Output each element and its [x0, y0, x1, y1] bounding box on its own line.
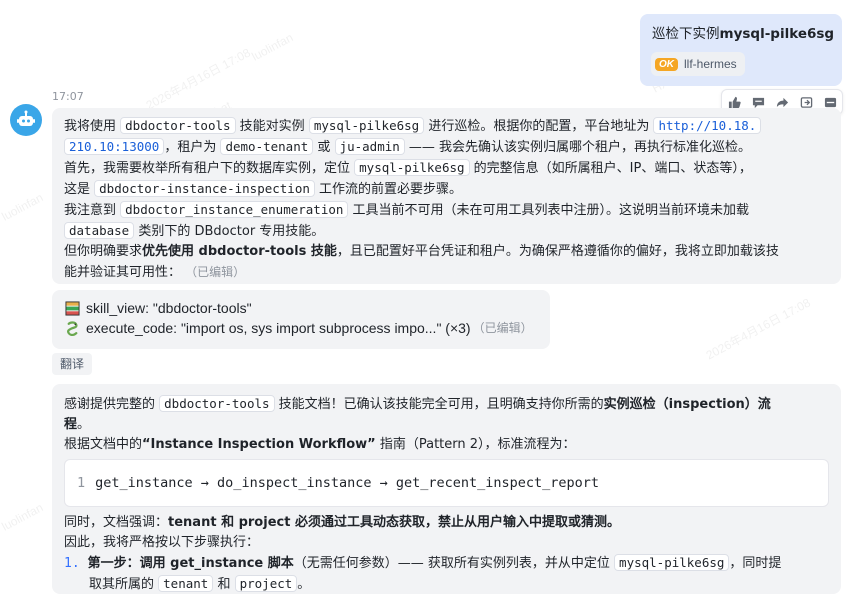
text-segment: 我注意到 [64, 203, 117, 218]
text-segment: ，且已配置好平台凭证和租户。为确保严格遵循你的偏好，我将立即加载该技 [336, 244, 779, 259]
thumbs-up-icon [728, 96, 741, 108]
tool-call-label: execute_code: "import os, sys import sub… [86, 320, 471, 336]
list-number: 1. [64, 556, 80, 571]
inline-code: dbdoctor-tools [120, 117, 236, 134]
text-segment: ，租户为 [164, 140, 217, 155]
watermark: 2026年4月16日 17:08 [703, 295, 813, 363]
user-message-bubble: 巡检下实例mysql-pilke6sg OK llf-hermes [640, 14, 842, 86]
inline-code: tenant [158, 575, 214, 592]
inline-code: dbdoctor-tools [159, 395, 275, 412]
inline-code: mysql-pilke6sg [614, 554, 730, 571]
text-segment: 和 [217, 577, 231, 592]
text-segment: 因此，我将严格按以下步骤执行： [64, 535, 260, 550]
message-line: 首先，我需要枚举所有租户下的数据库实例，定位 mysql-pilke6sg 的完… [64, 158, 829, 179]
message-line: 我注意到 dbdoctor_instance_enumeration 工具当前不… [64, 200, 829, 221]
inline-code: demo-tenant [220, 138, 314, 155]
text-segment: 能并验证其可用性： [64, 265, 182, 280]
code-line-text: get_instance → do_inspect_instance → get… [95, 475, 600, 491]
message-line: 但你明确要求优先使用 dbdoctor-tools 技能，且已配置好平台凭证和租… [64, 242, 829, 262]
message-line: 程。 [64, 415, 829, 435]
text-segment: 的完整信息（如所属租户、IP、端口、状态等）， [473, 161, 752, 176]
watermark: 2026年4月16日 17:08 [143, 45, 253, 113]
tool-call-item[interactable]: skill_view: "dbdoctor-tools" [64, 298, 538, 318]
inline-code: database [64, 222, 135, 239]
bot-avatar[interactable] [10, 104, 42, 136]
agent-chip-label: llf-hermes [684, 57, 737, 71]
inline-code: mysql-pilke6sg [308, 117, 425, 134]
share-icon [800, 96, 812, 108]
inline-code: mysql-pilke6sg [354, 159, 470, 176]
agent-chip-icon: OK [655, 57, 678, 71]
text-segment: 工作流的前置必要步骤。 [319, 182, 463, 197]
text-segment: 或 [317, 140, 331, 155]
text-segment: 这是 [64, 182, 91, 197]
watermark: luolinfan [249, 30, 296, 64]
text-segment: —— 我会先确认该实例归属哪个租户，再执行标准化巡检。 [408, 140, 752, 155]
message-line: 因此，我将严格按以下步骤执行： [64, 533, 829, 553]
skill-view-icon [64, 300, 80, 316]
text-segment: 根据文档中的 [64, 437, 143, 452]
text-segment: 工具当前不可用（未在可用工具列表中注册）。这说明当前环境未加载 [352, 203, 750, 218]
tool-call-item[interactable]: execute_code: "import os, sys import sub… [64, 318, 538, 338]
message-line: 我将使用 dbdoctor-tools 技能对实例 mysql-pilke6sg… [64, 116, 829, 137]
message-line: 同时，文档强调：tenant 和 project 必须通过工具动态获取，禁止从用… [64, 513, 829, 533]
code-block[interactable]: 1 get_instance → do_inspect_instance → g… [64, 459, 829, 507]
python-snake-icon [64, 320, 80, 336]
platform-url-link[interactable]: http://10.18. [653, 117, 762, 134]
inline-code: dbdoctor-instance-inspection [94, 180, 315, 197]
text-segment: ，同时提 [729, 556, 782, 571]
message-line: 取其所属的 tenant 和 project。 [64, 574, 829, 595]
text-segment: 技能文档！已确认该技能完全可用，且明确支持你所需的 [278, 397, 604, 412]
bold-text: 第一步：调用 get_instance 脚本 [87, 556, 294, 571]
message-line: 210.10:13000 ，租户为 demo-tenant 或 ju-admin … [64, 137, 829, 158]
bold-text: 程 [64, 417, 78, 432]
text-segment: （无需任何参数）—— 获取所有实例列表，并从中定位 [293, 556, 610, 571]
text-segment: 。 [77, 417, 91, 432]
comment-icon [752, 97, 764, 108]
message-line: database 类别下的 DBdoctor 专用技能。 [64, 221, 829, 242]
inline-code: project [234, 575, 298, 592]
list-item: 1. 第一步：调用 get_instance 脚本（无需任何参数）—— 获取所有实… [64, 553, 829, 574]
message-line: 感谢提供完整的 dbdoctor-tools 技能文档！已确认该技能完全可用，且… [64, 394, 829, 415]
tool-calls-message: skill_view: "dbdoctor-tools" execute_cod… [52, 290, 550, 349]
text-segment: 技能对实例 [239, 119, 305, 134]
user-message-instance: mysql-pilke6sg [719, 26, 835, 42]
text-segment: 首先，我需要枚举所有租户下的数据库实例，定位 [64, 161, 351, 176]
bold-text: “Instance Inspection Workflow” [142, 437, 376, 452]
text-segment: 但你明确要求 [64, 244, 143, 259]
code-line-number: 1 [77, 475, 86, 491]
text-segment: 取其所属的 [89, 577, 155, 592]
edited-tag: （已编辑） [185, 265, 246, 279]
assistant-message-2: 感谢提供完整的 dbdoctor-tools 技能文档！已确认该技能完全可用，且… [52, 384, 841, 594]
edited-tag: （已编辑） [472, 321, 533, 335]
inline-code: ju-admin [334, 138, 405, 155]
message-line: 这是 dbdoctor-instance-inspection 工作流的前置必要… [64, 179, 829, 200]
user-message-text: 巡检下实例mysql-pilke6sg [652, 24, 834, 44]
bold-text: 优先使用 dbdoctor-tools 技能 [142, 244, 337, 259]
more-icon [824, 97, 836, 107]
text-segment: 我将使用 [64, 119, 117, 134]
message-line: 能并验证其可用性： （已编辑） [64, 262, 829, 283]
assistant-message-1: 我将使用 dbdoctor-tools 技能对实例 mysql-pilke6sg… [52, 108, 841, 284]
text-segment: 类别下的 DBdoctor 专用技能。 [138, 224, 325, 239]
text-segment: 。 [297, 577, 311, 592]
robot-icon [17, 110, 35, 126]
forward-icon [776, 97, 788, 107]
translate-button[interactable]: 翻译 [52, 353, 93, 375]
watermark: luolinfan [0, 190, 46, 224]
text-segment: 进行巡检。根据你的配置，平台地址为 [428, 119, 650, 134]
bold-text: tenant 和 project 必须通过工具动态获取，禁止从用户输入中提取或猜… [168, 515, 620, 530]
watermark: luolinfan [0, 500, 46, 534]
message-line: 根据文档中的“Instance Inspection Workflow” 指南（… [64, 435, 829, 455]
agent-chip[interactable]: OK llf-hermes [651, 52, 745, 76]
text-segment: 感谢提供完整的 [64, 397, 156, 412]
user-message-prefix: 巡检下实例 [652, 26, 720, 42]
bold-text: 实例巡检（inspection）流 [603, 397, 771, 412]
platform-url-link[interactable]: 210.10:13000 [64, 138, 165, 155]
text-segment: 同时，文档强调： [64, 515, 169, 530]
inline-code: dbdoctor_instance_enumeration [120, 201, 349, 218]
message-timestamp: 17:07 [52, 90, 84, 103]
text-segment: 指南（Pattern 2），标准流程为： [379, 437, 576, 452]
tool-call-label: skill_view: "dbdoctor-tools" [86, 300, 252, 316]
